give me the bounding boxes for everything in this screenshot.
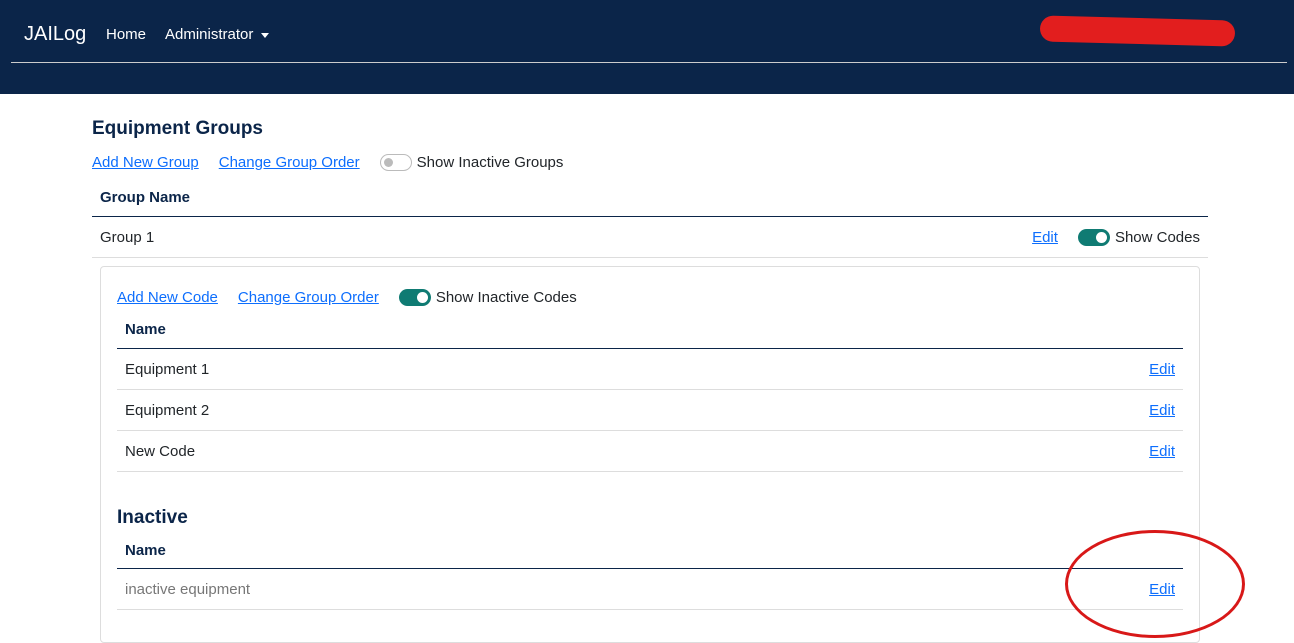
edit-inactive-code-link[interactable]: Edit	[1149, 581, 1175, 598]
caret-down-icon	[261, 32, 270, 38]
toggle-label: Show Inactive Groups	[416, 153, 564, 171]
main-content: Equipment Groups Add New Group Change Gr…	[92, 118, 1208, 643]
toggle-switch-on[interactable]	[1077, 228, 1110, 246]
edit-code-link[interactable]: Edit	[1149, 402, 1175, 419]
inactive-code-name: inactive equipment	[125, 580, 251, 598]
nav-administrator-dropdown[interactable]: Administrator	[165, 26, 270, 43]
table-row: Equipment 2 Edit	[117, 390, 1183, 431]
inactive-name-header: Name	[117, 533, 1183, 569]
edit-group-link[interactable]: Edit	[1032, 229, 1058, 246]
change-group-order-link[interactable]: Change Group Order	[219, 154, 360, 171]
code-name: New Code	[125, 442, 196, 460]
group-name: Group 1	[100, 228, 155, 246]
brand-logo[interactable]: JAILog	[24, 23, 86, 46]
show-inactive-groups-toggle[interactable]: Show Inactive Groups	[379, 153, 564, 171]
navbar-divider	[11, 62, 1287, 63]
nav-home[interactable]: Home	[106, 26, 146, 43]
page-title: Equipment Groups	[92, 118, 263, 139]
codes-panel: Add New Code Change Group Order Show Ina…	[100, 266, 1200, 643]
groups-toolbar: Add New Group Change Group Order Show In…	[92, 151, 1208, 173]
redacted-user-area	[1039, 15, 1236, 47]
edit-code-link[interactable]: Edit	[1149, 443, 1175, 460]
toggle-switch-off[interactable]	[379, 153, 412, 171]
edit-code-link[interactable]: Edit	[1149, 361, 1175, 378]
code-name: Equipment 1	[125, 360, 210, 378]
table-row: New Code Edit	[117, 431, 1183, 472]
code-name: Equipment 2	[125, 401, 210, 419]
inactive-heading: Inactive	[117, 507, 188, 528]
add-new-group-link[interactable]: Add New Group	[92, 154, 199, 171]
add-new-code-link[interactable]: Add New Code	[117, 289, 218, 306]
table-row: Equipment 1 Edit	[117, 349, 1183, 390]
code-name-header: Name	[117, 310, 1183, 349]
toggle-label: Show Inactive Codes	[435, 288, 577, 306]
navbar: JAILog Home Administrator	[0, 0, 1294, 94]
group-name-header: Group Name	[92, 178, 1208, 217]
toggle-label: Show Codes	[1114, 228, 1200, 246]
toggle-switch-on[interactable]	[398, 288, 431, 306]
codes-toolbar: Add New Code Change Group Order Show Ina…	[117, 286, 1183, 308]
change-code-order-link[interactable]: Change Group Order	[238, 289, 379, 306]
show-codes-toggle[interactable]: Show Codes	[1077, 228, 1200, 246]
nav-administrator-label: Administrator	[165, 26, 254, 43]
table-row: inactive equipment Edit	[117, 569, 1183, 610]
table-row: Group 1 Edit Show Codes	[92, 217, 1208, 258]
show-inactive-codes-toggle[interactable]: Show Inactive Codes	[398, 288, 577, 306]
